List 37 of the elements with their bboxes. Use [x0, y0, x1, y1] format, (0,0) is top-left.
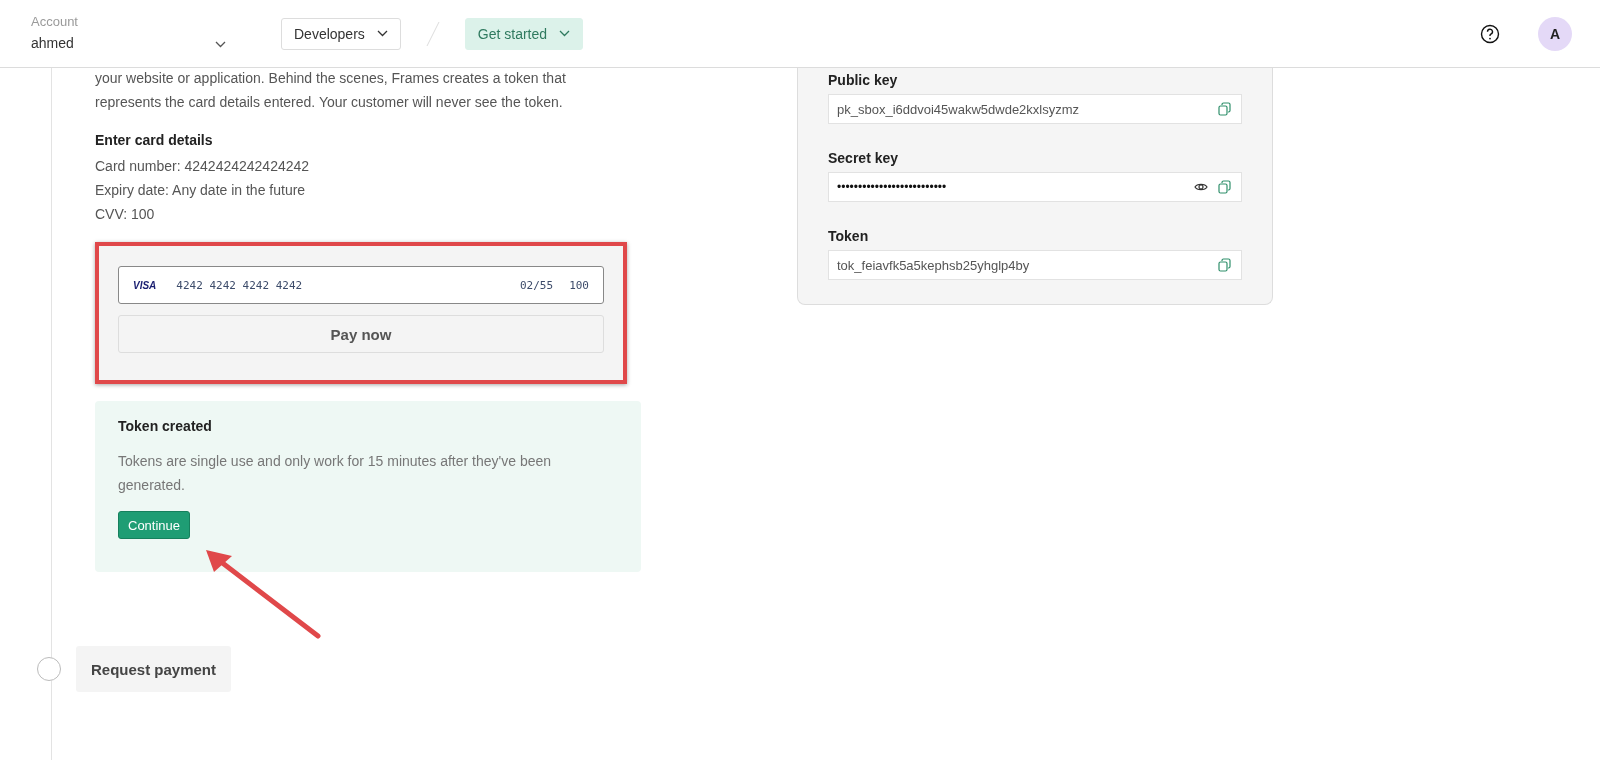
key-value: pk_sbox_i6ddvoi45wakw5dwde2kxlsyzmz	[837, 101, 1081, 117]
account-name: ahmed	[31, 35, 74, 51]
account-label: Account	[31, 14, 79, 29]
cvv-value: 100	[569, 278, 589, 292]
chevron-down-icon	[559, 30, 571, 37]
test-card-info: CVV: 100	[95, 205, 156, 224]
chevron-down-icon	[215, 41, 226, 48]
copy-icon[interactable]	[1218, 258, 1231, 272]
pay-now-button[interactable]: Pay now	[118, 315, 604, 353]
key-field[interactable]: pk_sbox_i6ddvoi45wakw5dwde2kxlsyzmz	[828, 94, 1242, 124]
card-brand-logo: VISA	[133, 279, 157, 291]
user-avatar[interactable]: A	[1538, 16, 1572, 51]
help-icon[interactable]	[1480, 23, 1500, 44]
request-payment-button[interactable]: Request payment	[76, 646, 232, 692]
eye-icon[interactable]	[1194, 182, 1208, 192]
expiry-value: 02/55	[520, 278, 554, 292]
field-label: Token	[828, 228, 870, 244]
copy-icon[interactable]	[1218, 180, 1231, 194]
intro-paragraph: your website or application. Behind the scenes, Frames creates a token that represents the card details entered. Your customer will never see the token.	[95, 69, 567, 112]
section-heading: Enter card details	[95, 132, 214, 148]
masked-key-value: ••••••••••••••••••••••••••	[837, 180, 948, 194]
nav-dropdown-button[interactable]: Get started	[464, 17, 584, 50]
field-label: Secret key	[828, 150, 900, 166]
test-card-info: Expiry date: Any date in the future	[95, 181, 307, 200]
nav-dropdown-button[interactable]: Developers	[281, 17, 401, 50]
key-field[interactable]: ••••••••••••••••••••••••••	[828, 172, 1242, 202]
copy-icon[interactable]	[1218, 102, 1231, 116]
key-value: tok_feiavfk5a5kephsb25yhglp4by	[837, 257, 1031, 273]
field-label: Public key	[828, 72, 899, 88]
panel-text: Tokens are single use and only work for 15 minutes after they've been generated.	[118, 452, 553, 495]
key-field[interactable]: tok_feiavfk5a5kephsb25yhglp4by	[828, 250, 1242, 280]
account-selector[interactable]: Account ahmed	[31, 16, 226, 51]
panel-title: Token created	[118, 418, 213, 434]
card-number-value: 4242 4242 4242 4242	[176, 278, 304, 292]
test-card-info: Card number: 4242424242424242	[95, 157, 311, 176]
chevron-down-icon	[376, 30, 388, 37]
card-input-field[interactable]: VISA 4242 4242 4242 4242 02/55 100	[118, 266, 604, 304]
